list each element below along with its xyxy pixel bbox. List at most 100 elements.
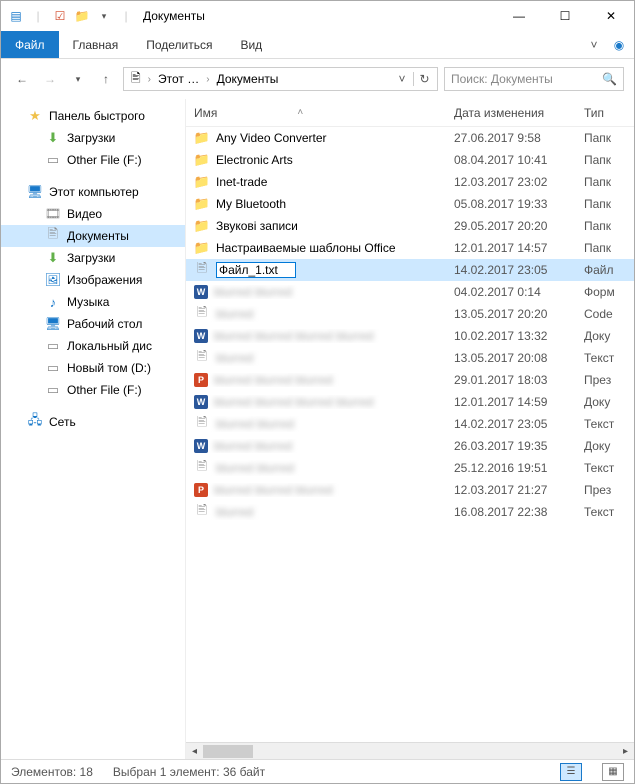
tab-share[interactable]: Поделиться bbox=[132, 31, 226, 58]
cell-type: През bbox=[584, 483, 634, 497]
cell-date: 08.04.2017 10:41 bbox=[454, 153, 584, 167]
sidebar-downloads[interactable]: ⬇ Загрузки bbox=[1, 127, 185, 149]
chevron-right-icon[interactable]: › bbox=[148, 74, 151, 85]
tab-home[interactable]: Главная bbox=[59, 31, 133, 58]
minimize-button[interactable]: — bbox=[496, 1, 542, 31]
file-row[interactable]: Wblurred blurred26.03.2017 19:35Доку bbox=[186, 435, 634, 457]
word-icon: W bbox=[194, 439, 208, 453]
sidebar-this-pc[interactable]: 🖥 Этот компьютер bbox=[1, 181, 185, 203]
column-date[interactable]: Дата изменения bbox=[454, 106, 584, 120]
folder-icon: 📁 bbox=[194, 196, 210, 212]
sidebar-desktop[interactable]: 🖥 Рабочий стол bbox=[1, 313, 185, 335]
search-icon[interactable]: 🔍 bbox=[602, 72, 617, 86]
cell-date: 16.08.2017 22:38 bbox=[454, 505, 584, 519]
file-row[interactable]: 🖹blurred blurred14.02.2017 23:05Текст bbox=[186, 413, 634, 435]
navbar: ← → ▾ ↑ 🖹 › Этот … › Документы ˅ ↻ Поиск… bbox=[1, 59, 634, 99]
powerpoint-icon: P bbox=[194, 483, 208, 497]
star-icon: ★ bbox=[27, 108, 43, 124]
cell-date: 29.05.2017 20:20 bbox=[454, 219, 584, 233]
file-row[interactable]: 📁Inet-trade12.03.2017 23:02Папк bbox=[186, 171, 634, 193]
file-row[interactable]: Pblurred blurred blurred12.03.2017 21:27… bbox=[186, 479, 634, 501]
file-name: blurred blurred bbox=[214, 285, 292, 299]
cell-type: През bbox=[584, 373, 634, 387]
file-name: Inet-trade bbox=[216, 175, 267, 189]
breadcrumb-root-icon[interactable]: 🖹 bbox=[126, 69, 146, 90]
file-row[interactable]: 📁Electronic Arts08.04.2017 10:41Папк bbox=[186, 149, 634, 171]
tab-file[interactable]: Файл bbox=[1, 31, 59, 58]
breadcrumb-pc[interactable]: Этот … bbox=[153, 72, 204, 86]
file-name: Настраиваемые шаблоны Office bbox=[216, 241, 396, 255]
file-name: blurred blurred blurred bbox=[214, 373, 333, 387]
file-row[interactable]: 📁Настраиваемые шаблоны Office12.01.2017 … bbox=[186, 237, 634, 259]
file-row[interactable]: Wblurred blurred blurred blurred12.01.20… bbox=[186, 391, 634, 413]
recent-dropdown-icon[interactable]: ▾ bbox=[67, 68, 89, 90]
file-icon: 🖹 bbox=[194, 416, 210, 432]
file-row[interactable]: 🖹14.02.2017 23:05Файл bbox=[186, 259, 634, 281]
file-row[interactable]: 📁My Bluetooth05.08.2017 19:33Папк bbox=[186, 193, 634, 215]
file-row[interactable]: Wblurred blurred04.02.2017 0:14Форм bbox=[186, 281, 634, 303]
refresh-button[interactable]: ↻ bbox=[413, 72, 435, 86]
view-large-button[interactable]: ▦ bbox=[602, 763, 624, 781]
file-row[interactable]: 🖹blurred13.05.2017 20:20Code bbox=[186, 303, 634, 325]
sidebar-quick-access[interactable]: ★ Панель быстрого bbox=[1, 105, 185, 127]
sidebar-music[interactable]: ♪ Музыка bbox=[1, 291, 185, 313]
file-row[interactable]: 📁Звукові записи29.05.2017 20:20Папк bbox=[186, 215, 634, 237]
cell-name: 🖹blurred blurred bbox=[194, 460, 454, 476]
cell-name: 🖹blurred bbox=[194, 306, 454, 322]
tab-view[interactable]: Вид bbox=[226, 31, 276, 58]
sidebar-network[interactable]: 🖧 Сеть bbox=[1, 411, 185, 433]
search-input[interactable]: Поиск: Документы 🔍 bbox=[444, 67, 624, 91]
maximize-button[interactable]: ☐ bbox=[542, 1, 588, 31]
address-dropdown-icon[interactable]: ˅ bbox=[393, 72, 411, 86]
file-name: blurred bbox=[216, 307, 253, 321]
back-button[interactable]: ← bbox=[11, 68, 33, 90]
sidebar-video[interactable]: 🎞 Видео bbox=[1, 203, 185, 225]
sidebar-local-disk[interactable]: ▭ Локальный дис bbox=[1, 335, 185, 357]
sidebar-documents[interactable]: 🖹 Документы bbox=[1, 225, 185, 247]
quick-access-toolbar: ▤ | ☑ 📁 ▾ | bbox=[7, 7, 135, 25]
file-row[interactable]: 🖹blurred16.08.2017 22:38Текст bbox=[186, 501, 634, 523]
qat-dropdown-icon[interactable]: ▾ bbox=[95, 7, 113, 25]
file-pane: Имя ˄ Дата изменения Тип 📁Any Video Conv… bbox=[186, 99, 634, 759]
sidebar-new-volume[interactable]: ▭ Новый том (D:) bbox=[1, 357, 185, 379]
view-details-button[interactable]: ☰ bbox=[560, 763, 582, 781]
sidebar-other-file[interactable]: ▭ Other File (F:) bbox=[1, 149, 185, 171]
scroll-track[interactable] bbox=[203, 743, 617, 759]
scroll-thumb[interactable] bbox=[203, 745, 253, 758]
nav-tree[interactable]: ★ Панель быстрого ⬇ Загрузки ▭ Other Fil… bbox=[1, 99, 186, 759]
column-type[interactable]: Тип bbox=[584, 106, 634, 120]
file-list[interactable]: 📁Any Video Converter27.06.2017 9:58Папк📁… bbox=[186, 127, 634, 742]
chevron-right-icon[interactable]: › bbox=[206, 74, 209, 85]
address-bar[interactable]: 🖹 › Этот … › Документы ˅ ↻ bbox=[123, 67, 438, 91]
column-name[interactable]: Имя ˄ bbox=[194, 106, 454, 120]
file-row[interactable]: Wblurred blurred blurred blurred10.02.20… bbox=[186, 325, 634, 347]
cell-date: 13.05.2017 20:20 bbox=[454, 307, 584, 321]
cell-type: Доку bbox=[584, 395, 634, 409]
close-button[interactable]: ✕ bbox=[588, 1, 634, 31]
breadcrumb-documents[interactable]: Документы bbox=[212, 72, 284, 86]
download-icon: ⬇ bbox=[45, 130, 61, 146]
cell-type: Текст bbox=[584, 505, 634, 519]
sidebar-downloads2[interactable]: ⬇ Загрузки bbox=[1, 247, 185, 269]
file-row[interactable]: 🖹blurred blurred25.12.2016 19:51Текст bbox=[186, 457, 634, 479]
scroll-left-icon[interactable]: ◂ bbox=[186, 746, 203, 757]
sidebar-other-file2[interactable]: ▭ Other File (F:) bbox=[1, 379, 185, 401]
file-row[interactable]: 🖹blurred13.05.2017 20:08Текст bbox=[186, 347, 634, 369]
horizontal-scrollbar[interactable]: ◂ ▸ bbox=[186, 742, 634, 759]
cell-type: Текст bbox=[584, 417, 634, 431]
forward-button[interactable]: → bbox=[39, 68, 61, 90]
check-icon[interactable]: ☑ bbox=[51, 7, 69, 25]
collapse-ribbon-icon[interactable]: ˅ bbox=[584, 31, 604, 58]
properties-icon[interactable]: ▤ bbox=[7, 7, 25, 25]
cell-date: 13.05.2017 20:08 bbox=[454, 351, 584, 365]
video-icon: 🎞 bbox=[45, 206, 61, 222]
help-icon[interactable]: ◉ bbox=[604, 31, 634, 58]
up-button[interactable]: ↑ bbox=[95, 68, 117, 90]
cell-name: 📁My Bluetooth bbox=[194, 196, 454, 212]
sidebar-images[interactable]: 🖼 Изображения bbox=[1, 269, 185, 291]
scroll-right-icon[interactable]: ▸ bbox=[617, 746, 634, 757]
file-row[interactable]: Pblurred blurred blurred29.01.2017 18:03… bbox=[186, 369, 634, 391]
drive-icon: ▭ bbox=[45, 360, 61, 376]
file-row[interactable]: 📁Any Video Converter27.06.2017 9:58Папк bbox=[186, 127, 634, 149]
rename-input[interactable] bbox=[216, 262, 296, 278]
